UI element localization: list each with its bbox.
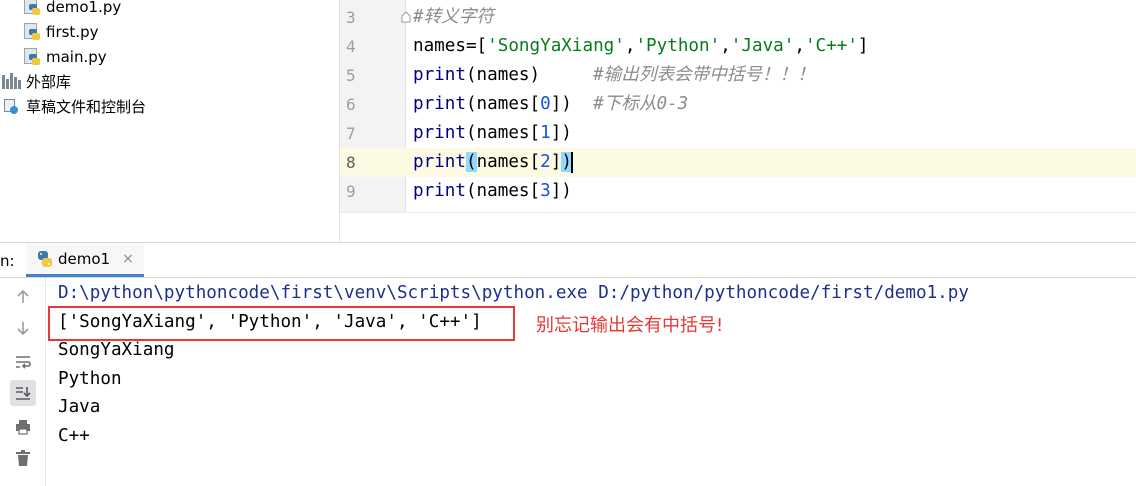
project-tree-panel: demo1.py first.py main.py 外部库 草稿文件和控制台 — [0, 0, 340, 242]
line-number: 5 — [346, 66, 356, 85]
code-token: , — [794, 36, 805, 56]
close-icon[interactable]: × — [122, 251, 134, 267]
code-line[interactable]: 3 #转义字符 — [340, 3, 1136, 32]
tree-item-main[interactable]: main.py — [24, 45, 107, 69]
code-string: 'C++' — [804, 36, 858, 56]
code-token: names[ — [476, 152, 541, 172]
code-function: print — [413, 94, 466, 114]
python-file-icon — [24, 48, 40, 66]
line-number: 9 — [346, 182, 356, 201]
run-panel-label: n: — [0, 252, 15, 270]
code-function: print — [413, 152, 466, 172]
tree-item-label: main.py — [46, 48, 107, 66]
code-text: print(names[1]) — [413, 119, 572, 148]
run-tab-bar: n: demo1 × — [0, 242, 1136, 278]
line-number: 7 — [346, 124, 356, 143]
code-comment: #下标从0-3 — [593, 94, 689, 114]
code-function: print — [413, 181, 466, 201]
code-text: print(names[0]) #下标从0-3 — [413, 90, 688, 119]
code-function: print — [413, 65, 466, 85]
scratches-icon — [2, 97, 24, 115]
code-function: print — [413, 123, 466, 143]
code-line[interactable]: 6 print(names[0]) #下标从0-3 — [340, 90, 1136, 119]
code-token: , — [720, 36, 731, 56]
up-arrow-icon[interactable] — [10, 284, 36, 310]
code-string: 'Python' — [635, 36, 721, 56]
matched-paren: ( — [465, 152, 477, 172]
code-text: #转义字符 — [413, 3, 494, 32]
code-text: print(names[3]) — [413, 177, 572, 206]
code-token: ] — [550, 152, 562, 172]
trash-icon[interactable] — [10, 445, 36, 471]
down-arrow-icon[interactable] — [10, 315, 36, 341]
tree-item-label: first.py — [46, 23, 99, 41]
code-token: (names[ — [465, 181, 541, 201]
code-string: 'SongYaXiang' — [487, 36, 625, 56]
code-text: print(names[2]) — [413, 148, 573, 177]
python-file-icon — [24, 0, 40, 16]
library-icon — [2, 73, 22, 89]
python-icon — [38, 250, 52, 267]
code-line-current[interactable]: 8 print(names[2]) — [340, 148, 1136, 177]
code-line[interactable]: 9 print(names[3]) — [340, 177, 1136, 206]
text-caret — [570, 151, 573, 173]
code-token: (names[ — [465, 94, 541, 114]
scroll-to-end-icon[interactable] — [10, 380, 36, 406]
tree-item-label: 外部库 — [26, 72, 72, 91]
code-editor[interactable]: 3 #转义字符 4 names=['SongYaXiang','Python',… — [340, 0, 1136, 242]
annotation-highlight-box — [48, 306, 515, 341]
code-text: print(names) #输出列表会带中括号！！！ — [413, 61, 815, 90]
tree-item-scratches[interactable]: 草稿文件和控制台 — [2, 94, 146, 118]
line-number: 6 — [346, 95, 356, 114]
code-token: (names) — [465, 65, 541, 85]
print-icon[interactable] — [10, 414, 36, 440]
annotation-text: 别忘记输出会有中括号! — [536, 315, 724, 336]
soft-wrap-icon[interactable] — [10, 349, 36, 375]
python-file-icon — [24, 23, 40, 41]
line-number: 4 — [346, 37, 356, 56]
code-token: , — [624, 36, 636, 56]
console-output-line: C++ — [58, 426, 90, 446]
console-output-line: Java — [58, 397, 101, 417]
run-tab-demo1[interactable]: demo1 × — [26, 243, 144, 277]
code-token: ] — [857, 36, 869, 56]
code-comment: #输出列表会带中括号！！！ — [593, 65, 815, 85]
code-token: ]) — [550, 123, 572, 143]
code-text: names=['SongYaXiang','Python','Java','C+… — [413, 32, 869, 61]
editor-bottom-strip — [340, 212, 1136, 242]
code-number: 3 — [540, 181, 551, 201]
code-token: ]) — [550, 94, 572, 114]
code-line[interactable]: 5 print(names) #输出列表会带中括号！！！ — [340, 61, 1136, 90]
code-token: ]) — [550, 181, 572, 201]
fold-marker-icon[interactable] — [400, 11, 412, 23]
console-command-line: D:\python\pythoncode\first\venv\Scripts\… — [58, 283, 969, 303]
code-line[interactable]: 7 print(names[1]) — [340, 119, 1136, 148]
line-number: 8 — [346, 153, 356, 172]
tree-item-label: 草稿文件和控制台 — [26, 97, 147, 116]
tree-item-external-libraries[interactable]: 外部库 — [2, 69, 71, 93]
tree-item-demo1[interactable]: demo1.py — [24, 0, 121, 19]
code-number: 0 — [540, 94, 551, 114]
code-line[interactable]: 4 names=['SongYaXiang','Python','Java','… — [340, 32, 1136, 61]
code-comment: #转义字符 — [413, 7, 494, 27]
run-tab-label: demo1 — [58, 249, 111, 268]
code-token: (names[ — [465, 123, 541, 143]
run-toolbar — [0, 278, 46, 486]
code-token: names=[ — [413, 36, 488, 56]
code-number: 2 — [540, 152, 551, 172]
code-number: 1 — [540, 123, 551, 143]
line-number: 3 — [346, 8, 356, 27]
tree-item-first[interactable]: first.py — [24, 20, 98, 44]
code-string: 'Java' — [730, 36, 795, 56]
console-output-line: Python — [58, 369, 122, 389]
tree-item-label: demo1.py — [46, 0, 122, 16]
